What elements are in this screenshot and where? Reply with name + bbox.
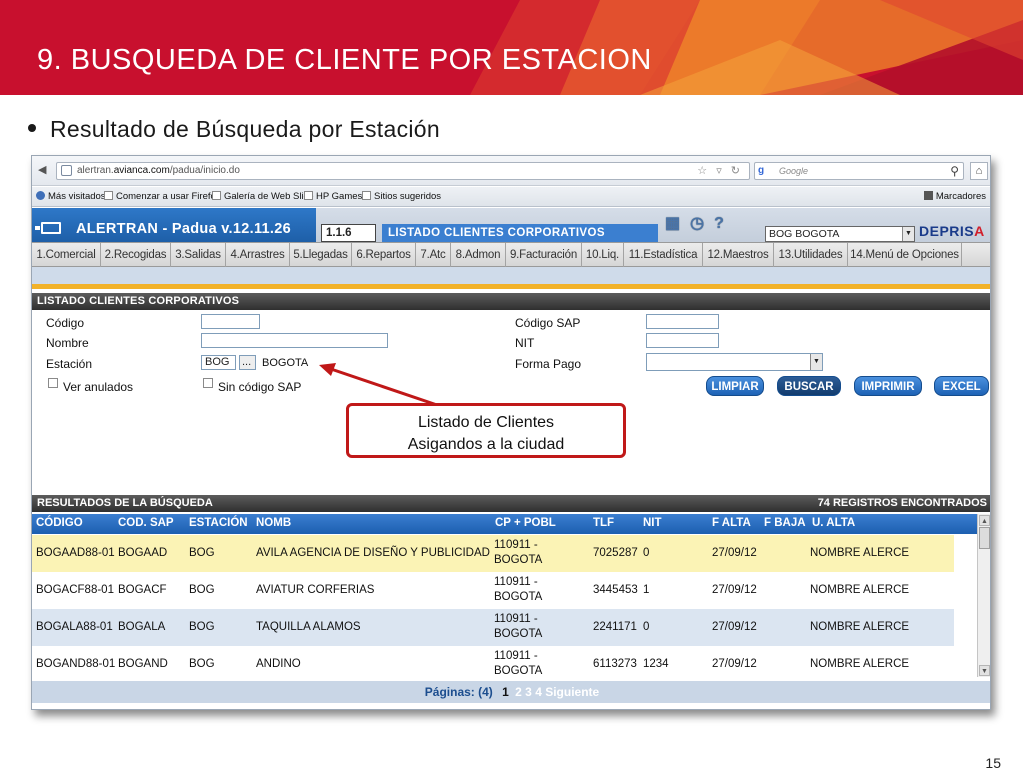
- column-header[interactable]: TLF: [593, 517, 614, 529]
- results-count: 74 REGISTROS ENCONTRADOS: [817, 497, 987, 509]
- cell-cp: 110911 -: [494, 576, 538, 588]
- cell-u-alta: NOMBRE ALERCE: [810, 621, 910, 633]
- cell-estacion: BOG: [189, 584, 215, 596]
- bullet-text: Resultado de Búsqueda por Estación: [28, 116, 440, 143]
- page-links[interactable]: 2 3 4 Siguiente: [515, 685, 599, 699]
- cell-nit: 1: [643, 584, 650, 596]
- callout-box: Listado de Clientes Asigandos a la ciuda…: [346, 403, 626, 458]
- cell-cod-sap: BOGAND: [118, 658, 168, 670]
- cell-cp-pobl: 110911 - BOGOTA: [494, 649, 542, 679]
- slide-header: 9. BUSQUEDA DE CLIENTE POR ESTACION: [0, 0, 1023, 95]
- column-header[interactable]: CP + POBL: [495, 517, 556, 529]
- current-page: 1: [502, 685, 509, 699]
- column-header[interactable]: NIT: [643, 517, 662, 529]
- cell-pobl: BOGOTA: [494, 591, 543, 603]
- results-table-header: CÓDIGO COD. SAP ESTACIÓN NOMB CP + POBL …: [32, 514, 990, 534]
- cell-estacion: BOG: [189, 621, 215, 633]
- cell-cp-pobl: 110911 - BOGOTA: [494, 538, 542, 568]
- cell-u-alta: NOMBRE ALERCE: [810, 658, 910, 670]
- cell-estacion: BOG: [189, 547, 215, 559]
- results-scrollbar[interactable]: ▲ ▼: [977, 514, 990, 677]
- cell-nombre: AVILA AGENCIA DE DISEÑO Y PUBLICIDAD: [256, 547, 490, 559]
- scroll-thumb[interactable]: [979, 527, 990, 549]
- column-header[interactable]: F ALTA: [712, 517, 751, 529]
- cell-f-alta: 27/09/12: [712, 584, 757, 596]
- table-row[interactable]: BOGALA88-01 BOGALA BOG TAQUILLA ALAMOS 1…: [32, 609, 954, 646]
- slide-title: 9. BUSQUEDA DE CLIENTE POR ESTACION: [37, 44, 652, 76]
- cell-codigo: BOGAAD88-01: [36, 547, 115, 559]
- callout-line-1: Listado de Clientes: [417, 414, 555, 431]
- column-header[interactable]: ESTACIÓN: [189, 517, 248, 529]
- cell-cp-pobl: 110911 - BOGOTA: [494, 575, 542, 605]
- cell-tlf: 6113273: [593, 658, 637, 670]
- cell-estacion: BOG: [189, 658, 215, 670]
- cell-nit: 0: [643, 547, 650, 559]
- cell-cod-sap: BOGALA: [118, 621, 166, 633]
- cell-nit: 1234: [643, 658, 669, 670]
- column-header[interactable]: COD. SAP: [118, 517, 174, 529]
- results-section-title: RESULTADOS DE LA BÚSQUEDA 74 REGISTROS E…: [32, 495, 990, 512]
- scroll-down-icon[interactable]: ▼: [979, 665, 990, 676]
- cell-nombre: TAQUILLA ALAMOS: [256, 621, 361, 633]
- column-header[interactable]: F BAJA: [764, 517, 806, 529]
- cell-codigo: BOGACF88-01: [36, 584, 114, 596]
- bullet-label: Resultado de Búsqueda por Estación: [50, 116, 440, 142]
- cell-cp: 110911 -: [494, 539, 538, 551]
- cell-nit: 0: [643, 621, 650, 633]
- cell-tlf: 2241171: [593, 621, 637, 633]
- cell-nombre: AVIATUR CORFERIAS: [256, 584, 375, 596]
- cell-f-alta: 27/09/12: [712, 658, 757, 670]
- cell-pobl: BOGOTA: [494, 628, 543, 640]
- cell-tlf: 7025287: [593, 547, 638, 559]
- cell-pobl: BOGOTA: [494, 554, 543, 566]
- pagination: Páginas: (4) 1 2 3 4 Siguiente: [32, 681, 990, 703]
- callout-line-2: Asigandos a la ciudad: [407, 436, 565, 453]
- cell-f-alta: 27/09/12: [712, 621, 757, 633]
- cell-cod-sap: BOGAAD: [118, 547, 168, 559]
- table-row[interactable]: BOGAND88-01 BOGAND BOG ANDINO 110911 - BO…: [32, 646, 954, 683]
- table-row[interactable]: BOGACF88-01 BOGACF BOG AVIATUR CORFERIAS…: [32, 572, 954, 609]
- cell-u-alta: NOMBRE ALERCE: [810, 584, 910, 596]
- cell-codigo: BOGALA88-01: [36, 621, 113, 633]
- cell-cod-sap: BOGACF: [118, 584, 167, 596]
- application-screenshot: ◀ alertran.avianca.com/padua/inicio.do ☆…: [31, 155, 991, 710]
- table-row[interactable]: BOGAAD88-01 BOGAAD BOG AVILA AGENCIA DE …: [32, 535, 954, 572]
- cell-codigo: BOGAND88-01: [36, 658, 116, 670]
- cell-pobl: BOGOTA: [494, 665, 543, 677]
- column-header[interactable]: NOMB: [256, 517, 291, 529]
- cell-f-alta: 27/09/12: [712, 547, 757, 559]
- cell-cp-pobl: 110911 - BOGOTA: [494, 612, 542, 642]
- page-number: 15: [985, 755, 1001, 771]
- scroll-up-icon[interactable]: ▲: [979, 515, 990, 526]
- cell-tlf: 3445453: [593, 584, 638, 596]
- cell-u-alta: NOMBRE ALERCE: [810, 547, 910, 559]
- results-title: RESULTADOS DE LA BÚSQUEDA: [37, 497, 213, 509]
- cell-nombre: ANDINO: [256, 658, 301, 670]
- column-header[interactable]: U. ALTA: [812, 517, 855, 529]
- bullet-icon: [28, 123, 36, 132]
- column-header[interactable]: CÓDIGO: [36, 517, 83, 529]
- pager-label: Páginas: (4): [424, 685, 493, 699]
- cell-cp: 110911 -: [494, 613, 538, 625]
- cell-cp: 110911 -: [494, 650, 538, 662]
